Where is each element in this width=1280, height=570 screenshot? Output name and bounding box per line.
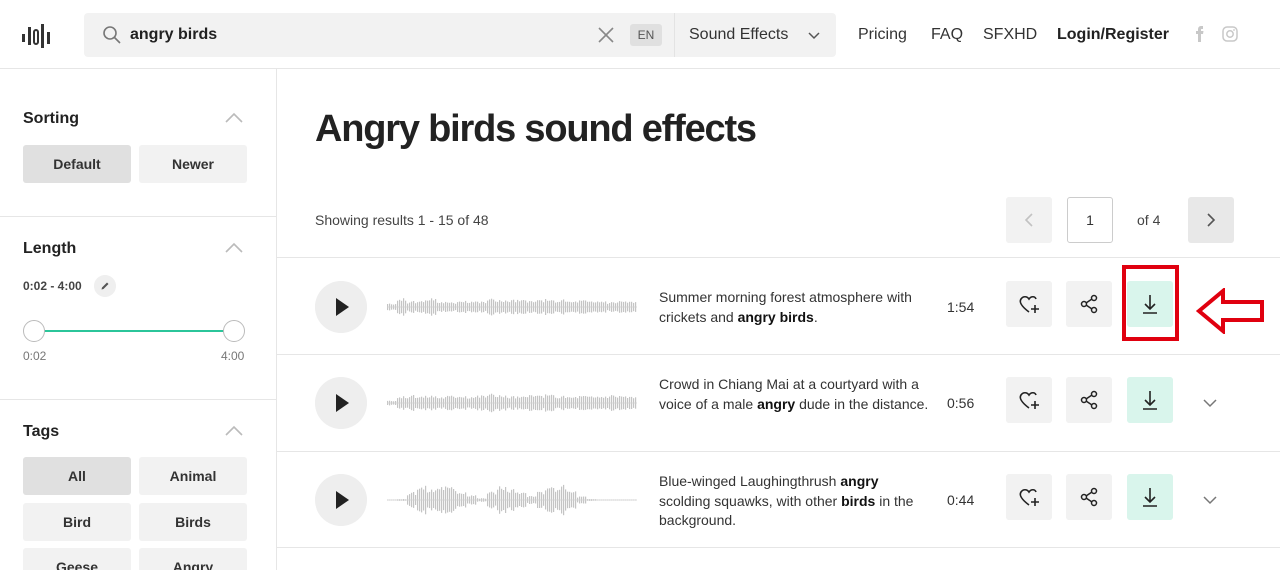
page-title: Angry birds sound effects	[315, 108, 757, 150]
sound-duration: 1:54	[947, 299, 975, 315]
tag-birds[interactable]: Birds	[139, 503, 247, 541]
next-page-button[interactable]	[1188, 197, 1234, 243]
tag-all[interactable]: All	[23, 457, 131, 495]
sound-description: Summer morning forest atmosphere with cr…	[659, 289, 912, 325]
search-bar: EN	[84, 13, 674, 57]
sound-description: Crowd in Chiang Mai at a courtyard with …	[659, 376, 929, 412]
tag-geese[interactable]: Geese	[23, 548, 131, 570]
sort-default-button[interactable]: Default	[23, 145, 131, 183]
sound-duration: 0:56	[947, 395, 975, 411]
page-total-text: of 4	[1137, 212, 1161, 228]
sound-duration: 0:44	[947, 492, 975, 508]
page-number-input[interactable]	[1067, 197, 1113, 243]
tag-animal[interactable]: Animal	[139, 457, 247, 495]
waveform[interactable]	[387, 287, 637, 327]
chevron-up-icon[interactable]	[225, 425, 243, 437]
sort-newer-button[interactable]: Newer	[139, 145, 247, 183]
chevron-down-icon[interactable]	[1203, 495, 1217, 505]
download-button[interactable]	[1127, 474, 1173, 520]
length-slider-track[interactable]	[34, 330, 234, 332]
tag-angry[interactable]: Angry	[139, 548, 247, 570]
slider-max-label: 4:00	[221, 349, 245, 363]
download-button[interactable]	[1127, 281, 1173, 327]
add-favorite-button[interactable]	[1006, 474, 1052, 520]
length-title: Length	[23, 240, 77, 257]
tag-bird[interactable]: Bird	[23, 503, 131, 541]
waveform[interactable]	[387, 480, 637, 520]
play-button[interactable]	[315, 377, 367, 429]
filters-sidebar: Sorting Default Newer Length 0:02 - 4:00…	[0, 69, 277, 570]
add-favorite-button[interactable]	[1006, 377, 1052, 423]
pencil-icon[interactable]	[94, 275, 116, 297]
chevron-up-icon[interactable]	[225, 112, 243, 124]
divider	[0, 216, 277, 217]
search-input[interactable]	[130, 13, 610, 57]
category-label: Sound Effects	[689, 26, 789, 43]
clear-search-icon[interactable]	[596, 25, 616, 45]
play-button[interactable]	[315, 474, 367, 526]
nav-pricing[interactable]: Pricing	[858, 26, 907, 44]
nav-sfxhd[interactable]: SFXHD	[983, 26, 1037, 44]
sound-row: Summer morning forest atmosphere with cr…	[277, 258, 1280, 354]
slider-min-label: 0:02	[23, 349, 47, 363]
sorting-title: Sorting	[23, 110, 79, 127]
share-button[interactable]	[1066, 474, 1112, 520]
length-slider-min-handle[interactable]	[23, 320, 45, 342]
sound-row: Blue-winged Laughingthrush angry scoldin…	[277, 452, 1280, 548]
facebook-icon[interactable]	[1192, 26, 1208, 42]
category-dropdown[interactable]: Sound Effects	[674, 13, 836, 57]
results-count: Showing results 1 - 15 of 48	[315, 212, 489, 228]
sound-description: Blue-winged Laughingthrush angry scoldin…	[659, 473, 914, 528]
logo-icon[interactable]	[22, 24, 54, 48]
instagram-icon[interactable]	[1222, 26, 1238, 42]
divider	[0, 399, 277, 400]
login-register-link[interactable]: Login/Register	[1057, 26, 1169, 44]
play-button[interactable]	[315, 281, 367, 333]
previous-page-button[interactable]	[1006, 197, 1052, 243]
length-range-text: 0:02 - 4:00	[23, 279, 82, 293]
download-button[interactable]	[1127, 377, 1173, 423]
language-badge[interactable]: EN	[630, 24, 662, 46]
top-header: EN Sound Effects Pricing FAQ SFXHD Login…	[0, 0, 1280, 69]
chevron-down-icon	[808, 32, 820, 40]
chevron-up-icon[interactable]	[225, 242, 243, 254]
tags-title: Tags	[23, 423, 60, 440]
sound-row: Crowd in Chiang Mai at a courtyard with …	[277, 355, 1280, 451]
share-button[interactable]	[1066, 377, 1112, 423]
chevron-down-icon[interactable]	[1203, 398, 1217, 408]
add-favorite-button[interactable]	[1006, 281, 1052, 327]
length-slider-max-handle[interactable]	[223, 320, 245, 342]
nav-faq[interactable]: FAQ	[931, 26, 963, 44]
search-icon	[103, 26, 121, 44]
waveform[interactable]	[387, 383, 637, 423]
share-button[interactable]	[1066, 281, 1112, 327]
